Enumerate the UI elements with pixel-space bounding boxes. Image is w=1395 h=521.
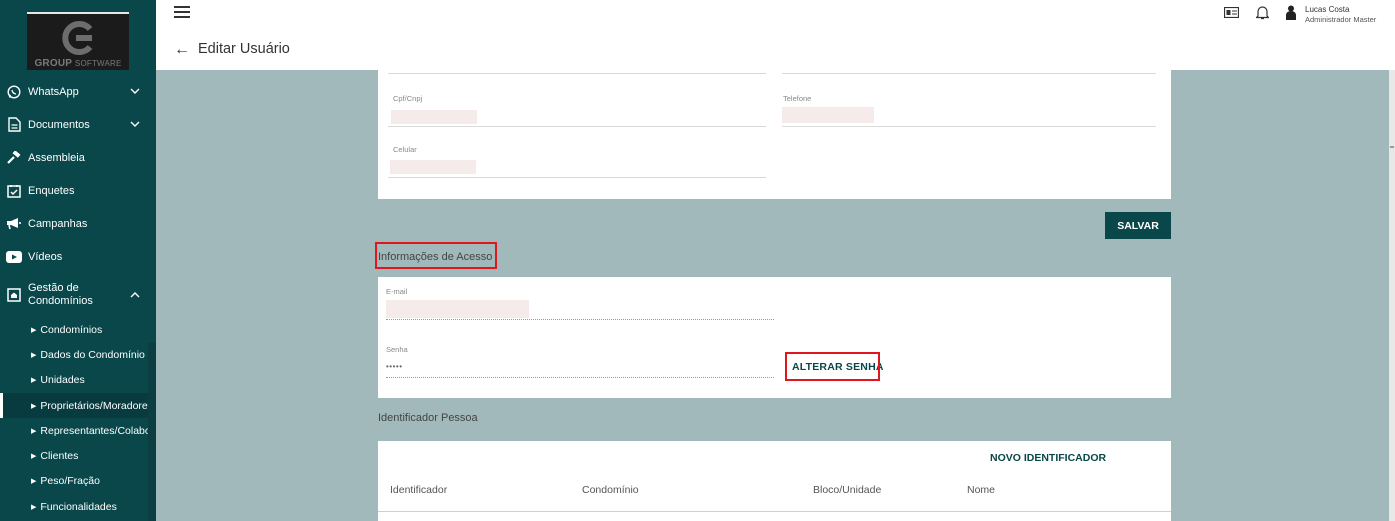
logo-suffix: SOFTWARE bbox=[74, 59, 122, 68]
sidebar-item-label: Vídeos bbox=[28, 250, 63, 263]
sidebar-subitem-dados-condominio[interactable]: ▶ Dados do Condomínio bbox=[0, 342, 156, 367]
field-underline bbox=[388, 126, 766, 127]
column-header-nome[interactable]: Nome bbox=[967, 484, 995, 496]
user-icon[interactable] bbox=[1286, 5, 1296, 20]
celular-label: Celular bbox=[393, 145, 417, 154]
sidebar-subitem-funcionalidades[interactable]: ▶ Funcionalidades bbox=[0, 494, 156, 519]
field-underline bbox=[782, 126, 1156, 127]
highlight-box bbox=[375, 242, 497, 269]
sidebar-item-campanhas[interactable]: Campanhas bbox=[0, 207, 156, 240]
user-role: Administrador Master bbox=[1305, 15, 1377, 24]
sidebar-subitem-peso-fracao[interactable]: ▶ Peso/Fração bbox=[0, 469, 156, 494]
sidebar-subitem-label: Representantes/Colaboradores bbox=[40, 424, 156, 437]
sidebar-subitem-label: Peso/Fração bbox=[40, 475, 100, 488]
column-header-identificador[interactable]: Identificador bbox=[390, 484, 447, 496]
logo-mark-icon bbox=[62, 21, 93, 55]
chevron-down-icon bbox=[130, 121, 140, 127]
top-bar: ← Editar Usuário Lucas Costa Administrad… bbox=[156, 0, 1395, 70]
column-header-condominio[interactable]: Condomínio bbox=[582, 484, 639, 496]
sidebar-item-label: Assembleia bbox=[28, 151, 85, 164]
page-title: Editar Usuário bbox=[198, 41, 290, 57]
sidebar-subitem-label: Proprietários/Moradores bbox=[40, 399, 154, 412]
new-identifier-button[interactable]: NOVO IDENTIFICADOR bbox=[990, 452, 1106, 464]
building-icon bbox=[6, 287, 22, 303]
sidebar-item-gestao-condominios[interactable]: Gestão de Condomínios bbox=[0, 273, 156, 317]
field-underline bbox=[388, 73, 766, 74]
access-card: E-mail Senha ••••• ALTERAR SENHA bbox=[378, 277, 1171, 398]
sidebar-item-whatsapp[interactable]: WhatsApp bbox=[0, 75, 156, 108]
email-input[interactable] bbox=[386, 300, 529, 318]
email-label: E-mail bbox=[386, 287, 408, 296]
sidebar-subitem-label: Funcionalidades bbox=[40, 500, 117, 513]
user-data-card: Cpf/Cnpj Telefone Celular bbox=[378, 70, 1171, 199]
cpf-label: Cpf/Cnpj bbox=[393, 94, 423, 103]
document-icon bbox=[6, 117, 22, 133]
sidebar-subitem-representantes[interactable]: ▶Representantes/Colaboradores bbox=[0, 418, 156, 443]
sidebar-subitem-condominios[interactable]: ▶ Condomínios bbox=[0, 317, 156, 342]
back-arrow-icon[interactable]: ← bbox=[174, 41, 190, 59]
sidebar-item-enquetes[interactable]: Enquetes bbox=[0, 174, 156, 207]
company-logo[interactable]: GROUP SOFTWARE bbox=[27, 12, 129, 70]
sidebar: GROUP SOFTWARE WhatsApp Documentos Assem… bbox=[0, 0, 156, 521]
sidebar-item-label-line1: Gestão de bbox=[28, 282, 79, 294]
sidebar-item-videos[interactable]: Vídeos bbox=[0, 240, 156, 273]
highlight-box bbox=[785, 352, 880, 381]
caret-right-icon: ▶ bbox=[31, 453, 37, 461]
sidebar-subitem-label: Clientes bbox=[40, 450, 79, 463]
sidebar-item-label: WhatsApp bbox=[28, 85, 79, 98]
sidebar-item-assembleia[interactable]: Assembleia bbox=[0, 141, 156, 174]
field-underline bbox=[782, 73, 1156, 74]
sidebar-subitem-clientes[interactable]: ▶ Clientes bbox=[0, 443, 156, 468]
cpf-input[interactable] bbox=[391, 110, 477, 124]
senha-input[interactable]: ••••• bbox=[386, 362, 403, 371]
logo-brand: GROUP bbox=[34, 58, 72, 69]
logo-text: GROUP SOFTWARE bbox=[27, 58, 129, 69]
caret-right-icon: ▶ bbox=[31, 427, 37, 435]
telefone-label: Telefone bbox=[783, 94, 812, 103]
caret-right-icon: ▶ bbox=[31, 377, 37, 385]
identificador-card: NOVO IDENTIFICADOR Identificador Condomí… bbox=[378, 441, 1171, 521]
caret-right-icon: ▶ bbox=[31, 402, 37, 410]
sidebar-item-label: Enquetes bbox=[28, 184, 75, 197]
identificador-section-title: Identificador Pessoa bbox=[378, 412, 478, 424]
save-button[interactable]: SALVAR bbox=[1105, 212, 1171, 239]
youtube-icon bbox=[6, 249, 22, 265]
sidebar-subitem-label: Condomínios bbox=[40, 323, 103, 336]
sidebar-item-label-line2: Condomínios bbox=[28, 295, 93, 307]
chevron-up-icon bbox=[130, 292, 140, 298]
telefone-input[interactable] bbox=[782, 107, 874, 123]
senha-label: Senha bbox=[386, 345, 408, 354]
sidebar-item-label: Campanhas bbox=[28, 217, 88, 230]
sidebar-subitem-label: Dados do Condomínio bbox=[40, 348, 145, 361]
sidebar-item-label: Documentos bbox=[28, 118, 90, 131]
sidebar-item-documentos[interactable]: Documentos bbox=[0, 108, 156, 141]
main-content: Cpf/Cnpj Telefone Celular SALVAR Informa… bbox=[156, 70, 1389, 521]
chevron-down-icon bbox=[130, 88, 140, 94]
whatsapp-icon bbox=[6, 84, 22, 100]
caret-right-icon: ▶ bbox=[31, 326, 37, 334]
poll-icon bbox=[6, 183, 22, 199]
sidebar-subitem-proprietarios[interactable]: ▶ Proprietários/Moradores bbox=[0, 392, 156, 419]
sidebar-scrollbar[interactable] bbox=[148, 343, 156, 521]
field-underline bbox=[388, 177, 766, 178]
caret-right-icon: ▶ bbox=[31, 503, 37, 511]
table-header-divider bbox=[378, 511, 1171, 512]
gavel-icon bbox=[6, 150, 22, 166]
user-name: Lucas Costa bbox=[1305, 5, 1350, 14]
sidebar-nav: WhatsApp Documentos Assembleia Enquetes bbox=[0, 75, 156, 519]
sidebar-subitem-unidades[interactable]: ▶ Unidades bbox=[0, 368, 156, 393]
sidebar-item-label: Gestão de Condomínios bbox=[28, 282, 93, 308]
sidebar-subitem-label: Unidades bbox=[40, 374, 85, 387]
field-underline bbox=[386, 319, 774, 320]
page-scrollbar[interactable] bbox=[1389, 70, 1395, 521]
celular-input[interactable] bbox=[390, 160, 476, 174]
megaphone-icon bbox=[6, 216, 22, 232]
caret-right-icon: ▶ bbox=[31, 478, 37, 486]
menu-icon[interactable] bbox=[174, 6, 190, 18]
column-header-bloco-unidade[interactable]: Bloco/Unidade bbox=[813, 484, 881, 496]
id-card-icon[interactable] bbox=[1224, 7, 1239, 18]
field-underline bbox=[386, 377, 774, 378]
bell-icon[interactable] bbox=[1256, 5, 1269, 20]
caret-right-icon: ▶ bbox=[31, 351, 37, 359]
